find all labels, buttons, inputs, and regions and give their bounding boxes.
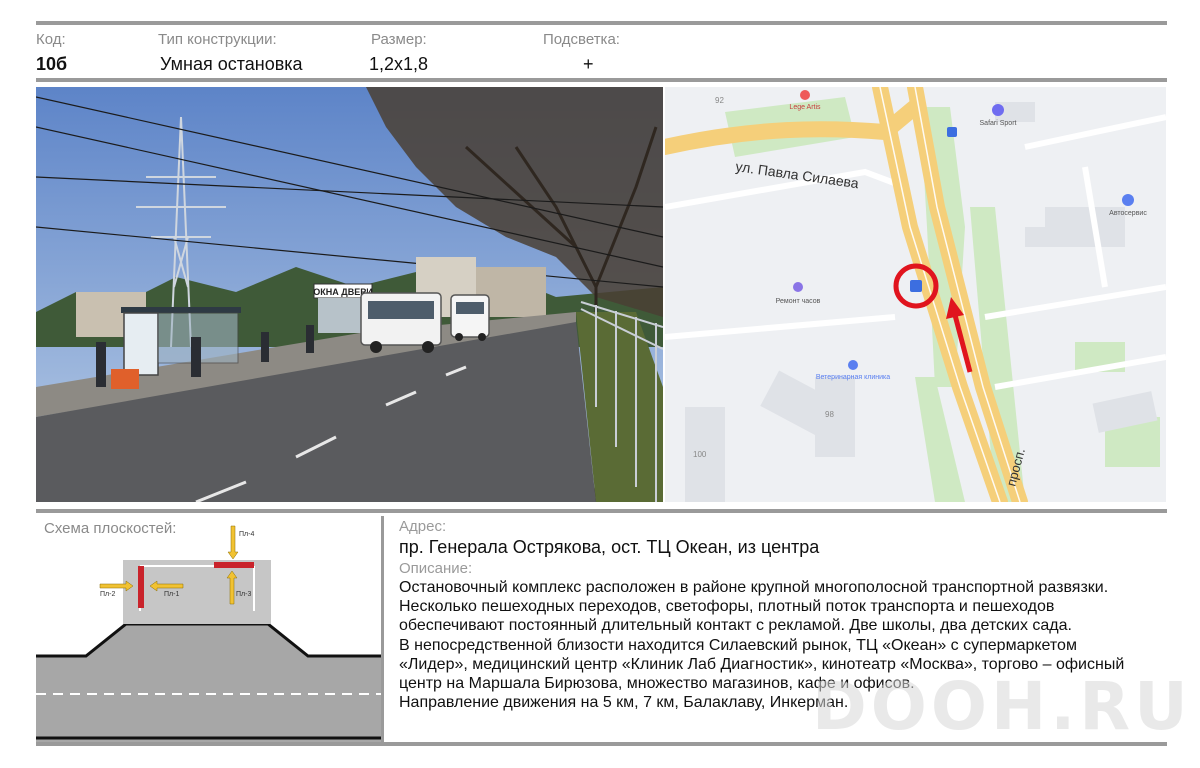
size-label: Размер: [371, 31, 427, 48]
address-label: Адрес: [399, 518, 447, 535]
header-rule [36, 78, 1167, 82]
restaurant-pin-icon[interactable] [800, 90, 810, 100]
watermark: DOOH.RU [812, 668, 1192, 745]
bus-stop-icon[interactable] [947, 127, 957, 137]
description-label: Описание: [399, 560, 473, 577]
planes-scheme: Схема плоскостей: Пл-4 Пл-2 Пл-1 Пл-3 [36, 516, 381, 742]
poi-label: Lege Artis [789, 104, 821, 111]
light-value: + [583, 54, 594, 74]
code-label: Код: [36, 31, 66, 48]
house-number: 100 [693, 450, 707, 459]
size-value: 1,2х1,8 [369, 54, 429, 74]
plane-1 [138, 566, 144, 608]
light-label: Подсветка: [543, 31, 620, 48]
description-line: Несколько пешеходных переходов, светофор… [399, 598, 1055, 616]
plane-4 [214, 562, 254, 568]
arrow-4-icon [227, 525, 239, 560]
vertical-separator [381, 516, 384, 742]
type-value: Умная остановка [160, 54, 303, 74]
street-photo-illustration: ОКНА ДВЕРИ [36, 87, 663, 502]
location-map[interactable]: ул. Павла Силаева просп. 92 98 100 Lege … [665, 87, 1166, 502]
watch-repair-pin-icon[interactable] [793, 282, 803, 292]
poi-label: Safari Sport [980, 120, 1017, 127]
description-line: обеспечивают постоянный длительный конта… [399, 617, 1072, 635]
arrow-2-icon [99, 580, 134, 592]
plane-label-4: Пл-4 [239, 531, 254, 538]
poi-label: Ветеринарная клиника [816, 374, 890, 381]
plane-label-1: Пл-1 [164, 591, 179, 598]
code-value: 10б [36, 54, 68, 74]
type-label: Тип конструкции: [158, 31, 277, 48]
address-value: пр. Генерала Острякова, ост. ТЦ Океан, и… [399, 537, 820, 557]
description-line: В непосредственной близости находится Си… [399, 636, 1077, 654]
description-line: Остановочный комплекс расположен в район… [399, 579, 1109, 596]
poi-label: Автосервис [1109, 210, 1147, 217]
middle-rule [36, 509, 1167, 513]
car-service-pin-icon[interactable] [1122, 194, 1134, 206]
plane-label-2: Пл-2 [100, 591, 115, 598]
target-bus-stop-icon[interactable] [910, 280, 922, 292]
plane-label-3: Пл-3 [236, 591, 251, 598]
scheme-drawing: Пл-4 Пл-2 Пл-1 Пл-3 [36, 525, 381, 742]
map-illustration: ул. Павла Силаева просп. 92 98 100 Lege … [665, 87, 1166, 502]
vet-clinic-pin-icon[interactable] [848, 360, 858, 370]
location-photo: ОКНА ДВЕРИ [36, 87, 663, 502]
poi-label: Ремонт часов [776, 298, 821, 305]
house-number: 98 [825, 410, 834, 419]
top-rule [36, 21, 1167, 25]
house-number: 92 [715, 96, 724, 105]
sport-pin-icon[interactable] [992, 104, 1004, 116]
